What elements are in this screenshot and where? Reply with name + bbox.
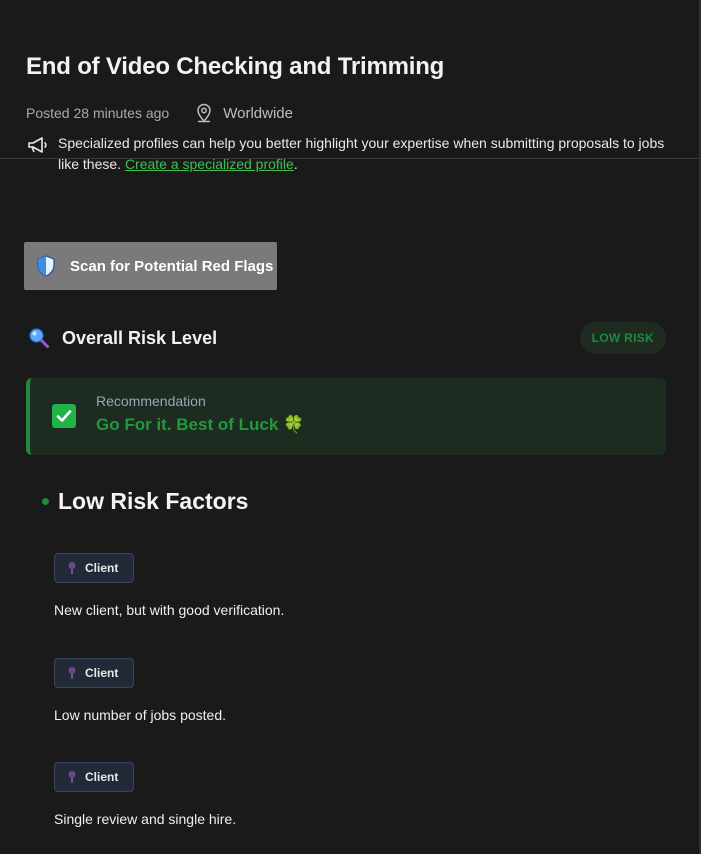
job-title: End of Video Checking and Trimming <box>26 53 445 80</box>
overall-risk-row: Overall Risk Level LOW RISK <box>28 322 666 354</box>
factor-description: Single review and single hire. <box>54 811 237 827</box>
scan-button-label: Scan for Potential Red Flags <box>70 257 274 275</box>
megaphone-icon <box>28 137 47 153</box>
checkbox-icon <box>52 404 76 428</box>
tag-label: Client <box>85 561 119 575</box>
pin-icon <box>68 771 76 783</box>
risk-factor-item: Client Low number of jobs posted. <box>54 658 226 723</box>
tag-label: Client <box>85 666 119 680</box>
recommendation-label: Recommendation <box>96 393 206 409</box>
scan-red-flags-button[interactable]: Scan for Potential Red Flags <box>24 242 277 290</box>
bullet-dot-icon <box>42 498 49 505</box>
client-tag[interactable]: Client <box>54 762 134 792</box>
low-risk-factors-heading: Low Risk Factors <box>42 488 248 515</box>
promo-text-block: Specialized profiles can help you better… <box>58 133 675 175</box>
factor-description: New client, but with good verification. <box>54 602 285 618</box>
location-label: Worldwide <box>223 104 293 122</box>
client-tag[interactable]: Client <box>54 553 134 583</box>
pin-icon <box>68 667 76 679</box>
factor-description: Low number of jobs posted. <box>54 707 226 723</box>
job-header: End of Video Checking and Trimming Poste… <box>0 0 701 172</box>
factors-title: Low Risk Factors <box>58 488 249 514</box>
risk-factor-item: Client Single review and single hire. <box>54 762 236 827</box>
risk-factor-item: Client New client, but with good verific… <box>54 553 284 618</box>
tag-label: Client <box>85 770 119 784</box>
job-location: Worldwide <box>195 103 293 123</box>
shield-icon <box>37 255 55 277</box>
risk-level-badge: LOW RISK <box>579 322 666 354</box>
recommendation-card: Recommendation Go For it. Best of Luck 🍀 <box>26 378 666 455</box>
client-tag[interactable]: Client <box>54 658 134 688</box>
location-pin-icon <box>197 103 211 123</box>
magnifier-icon <box>29 328 49 348</box>
create-specialized-profile-link[interactable]: Create a specialized profile <box>125 156 294 172</box>
overall-risk-label: Overall Risk Level <box>62 327 218 348</box>
recommendation-value: Go For it. Best of Luck 🍀 <box>96 415 305 434</box>
promo-end: . <box>293 156 298 172</box>
job-meta: Posted 28 minutes ago Worldwide <box>26 103 675 123</box>
pin-icon <box>68 562 76 574</box>
posted-time: Posted 28 minutes ago <box>26 105 170 121</box>
specialized-profile-promo: Specialized profiles can help you better… <box>26 133 675 175</box>
